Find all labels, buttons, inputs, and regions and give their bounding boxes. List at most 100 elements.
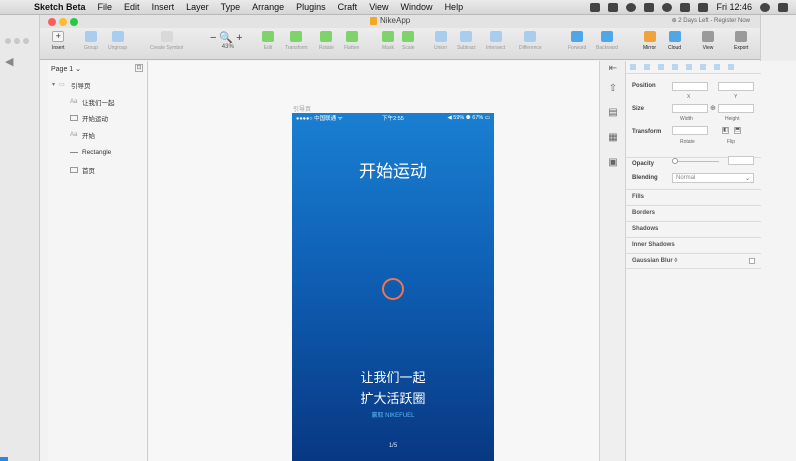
layer-artboard[interactable]: ▾ ▭ 引导页 [48,77,148,92]
artboard[interactable]: ●●●●○ 中国联通 ᯤ 下午2:55 ◀ 59% ⚉ 67% ▭ 开始运动 让… [292,113,494,461]
layout-icon[interactable]: ▦ [606,132,620,144]
distribute-v-icon[interactable] [728,64,734,70]
height-field[interactable] [718,104,754,113]
inspector-collapse-icon[interactable]: ⇤ [606,63,620,75]
inner-shadows-section[interactable]: Inner Shadows [626,237,761,253]
shadows-section[interactable]: Shadows [626,221,761,237]
menu-app-name[interactable]: Sketch Beta [34,2,86,12]
menu-edit[interactable]: Edit [124,2,140,12]
flip-horizontal-button[interactable]: ◧ [722,127,729,134]
align-middle-icon[interactable] [686,64,692,70]
gaussian-blur-checkbox[interactable] [749,258,755,264]
print-icon[interactable]: ▤ [606,107,620,119]
volume-icon[interactable] [644,2,655,12]
nikefuel-text[interactable]: 赢取 NIKEFUEL [292,410,494,419]
layer-item[interactable]: Aa 让我们一起 [48,94,148,109]
gaussian-blur-section[interactable]: Gaussian Blur ◊ [626,253,761,269]
share-icon[interactable]: ⇧ [606,83,620,95]
flatten-button[interactable]: Flatten [344,31,359,51]
group-button[interactable]: Group [84,31,98,51]
menu-plugins[interactable]: Plugins [296,2,326,12]
align-bottom-icon[interactable] [700,64,706,70]
battery-icon[interactable] [698,2,709,12]
forward-button[interactable]: Forward [568,31,586,51]
menu-clock[interactable]: Fri 12:46 [716,2,752,12]
menu-file[interactable]: File [98,2,113,12]
wechat-icon[interactable] [590,2,601,12]
rotate-button[interactable]: Rotate [319,31,334,51]
y-field[interactable] [718,82,754,91]
difference-button[interactable]: Difference [519,31,542,51]
ungroup-button[interactable]: Ungroup [108,31,127,51]
export-button[interactable]: Export [734,31,748,51]
layer-item[interactable]: 开始运动 [48,110,148,125]
menu-view[interactable]: View [369,2,388,12]
page-selector[interactable]: Page 1 ⌄ [51,65,81,73]
mask-button[interactable]: Mask [382,31,394,51]
preview-icon[interactable]: ▣ [606,157,620,169]
close-button[interactable] [48,18,56,26]
width-field[interactable] [672,104,708,113]
record-icon[interactable] [626,2,637,12]
intersect-button[interactable]: Intersect [486,31,505,51]
create-symbol-button[interactable]: Create Symbol [150,31,183,51]
menu-layer[interactable]: Layer [186,2,209,12]
align-left-icon[interactable] [630,64,636,70]
layer-item[interactable]: 首页 [48,162,148,177]
subtract-button[interactable]: Subtract [457,31,476,51]
mirror-button[interactable]: Mirror [643,31,656,51]
page-indicator[interactable]: 1/5 [292,443,494,449]
opacity-slider-knob[interactable] [672,158,678,164]
wifi-icon[interactable] [662,2,673,12]
artboard-title[interactable]: 开始运动 [292,157,494,182]
zoom-control[interactable]: −🔍+ 43% [210,31,246,50]
union-button[interactable]: Union [434,31,447,51]
transform-button[interactable]: Transform [285,31,308,51]
insert-button[interactable]: + Insert [52,31,65,51]
align-right-icon[interactable] [658,64,664,70]
menu-arrange[interactable]: Arrange [252,2,284,12]
cloud-button[interactable]: Cloud [668,31,681,51]
maximize-button[interactable] [70,18,78,26]
align-center-icon[interactable] [644,64,650,70]
borders-section[interactable]: Borders [626,205,761,221]
blending-select[interactable]: Normal ⌄ [672,173,754,183]
menu-craft[interactable]: Craft [338,2,358,12]
align-top-icon[interactable] [672,64,678,70]
edit-button[interactable]: Edit [262,31,274,51]
screen-icon[interactable] [680,2,691,12]
opacity-field[interactable] [728,156,754,165]
x-field[interactable] [672,82,708,91]
search-icon[interactable] [760,2,770,12]
add-page-button[interactable]: ⊡ [135,64,143,72]
notification-center-icon[interactable] [778,2,788,12]
fills-section[interactable]: Fills [626,189,761,205]
menu-window[interactable]: Window [401,2,433,12]
layer-item[interactable]: Rectangle [48,145,148,160]
lock-ratio-icon[interactable]: ⊕ [710,104,716,112]
mask-label: Mask [382,45,394,51]
disclosure-icon[interactable]: ▾ [52,81,55,88]
zoom-buttons[interactable]: −🔍+ [210,31,246,44]
flatten-icon [345,31,358,42]
scale-button[interactable]: Scale [402,31,415,51]
flip-vertical-button[interactable]: ⬒ [734,127,741,134]
bag-icon[interactable] [608,2,619,12]
menu-type[interactable]: Type [221,2,241,12]
trial-notice[interactable]: ⊕ 2 Days Left - Register Now [672,17,750,24]
layer-item[interactable]: Aa 开始 [48,127,148,142]
tagline-line-1[interactable]: 让我们一起 [292,367,494,386]
tagline-line-2[interactable]: 扩大活跃圈 [292,388,494,407]
progress-ring-icon[interactable] [382,278,404,300]
minimize-button[interactable] [59,18,67,26]
back-arrow-icon[interactable]: ◀ [5,55,13,68]
canvas[interactable]: 引导页 ●●●●○ 中国联通 ᯤ 下午2:55 ◀ 59% ⚉ 67% ▭ 开始… [149,61,639,461]
rotate-field[interactable] [672,126,708,135]
opacity-slider[interactable] [674,161,719,162]
menu-help[interactable]: Help [445,2,464,12]
backward-button[interactable]: Backward [596,31,618,51]
menu-insert[interactable]: Insert [152,2,175,12]
view-button[interactable]: View [702,31,714,51]
artboard-label[interactable]: 引导页 [293,104,311,113]
distribute-h-icon[interactable] [714,64,720,70]
